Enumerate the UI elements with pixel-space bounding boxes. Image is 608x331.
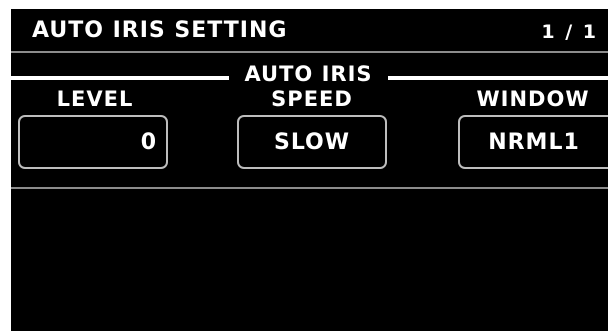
speed-value-field[interactable]: SLOW [237,115,387,169]
page-indicator: 1 / 1 [541,21,598,43]
group-divider-left [11,76,229,80]
menu-header: AUTO IRIS SETTING 1 / 1 [11,9,608,53]
level-value-field[interactable]: 0 [18,115,168,169]
window-label: WINDOW [476,87,590,111]
level-value: 0 [140,130,157,155]
menu-screen: AUTO IRIS SETTING 1 / 1 AUTO IRIS LEVEL … [11,9,608,331]
group-divider-right [388,76,608,80]
speed-value: SLOW [273,130,351,155]
page-title: AUTO IRIS SETTING [32,18,288,43]
window-value-field[interactable]: NRML1 [458,115,608,169]
group-title: AUTO IRIS [244,62,373,86]
section-divider [11,187,608,189]
level-label: LEVEL [56,87,134,111]
header-divider [11,51,608,53]
window-value: NRML1 [488,130,580,155]
speed-label: SPEED [271,87,353,111]
